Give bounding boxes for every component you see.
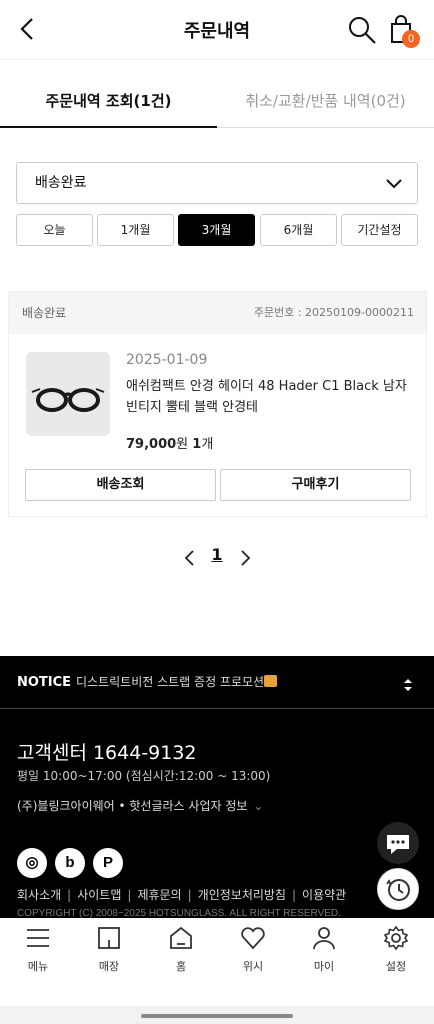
heart-icon [241,927,265,950]
period-1month-button[interactable]: 1개월 [97,214,174,246]
gear-icon [383,925,409,951]
customer-center-hours: 평일 10:00~17:00 (점심시간:12:00 ~ 13:00) [17,769,271,783]
glasses-image [31,388,105,412]
tab-cancel-exchange-return[interactable]: 취소/교환/반품 내역(0건) [217,74,434,128]
order-card: 배송완료 주문번호 : 20250109-0000211 2025-01-09 … [8,291,427,517]
order-tabs: 주문내역 조회(1건) 취소/교환/반품 내역(0건) [0,74,434,128]
write-review-button[interactable]: 구매후기 [220,469,411,501]
track-delivery-button[interactable]: 배송조회 [25,469,216,501]
link-sitemap[interactable]: 사이트맵 [77,888,121,902]
business-info-toggle[interactable]: (주)블링크아이웨어 • 핫선글라스 사업자 정보 ⌄ [17,797,263,814]
blog-icon[interactable]: b [55,848,85,878]
notice-bar[interactable]: NOTICE 디스트릭트비전 스트랩 증정 프로모션 [0,656,434,709]
product-thumbnail[interactable] [26,352,110,436]
nav-settings[interactable]: 설정 [366,924,426,984]
notice-text: 디스트릭트비전 스트랩 증정 프로모션 [76,656,278,709]
bottom-navigation: 메뉴 매장 홈 위시 마이 설정 [0,918,434,1006]
period-today-button[interactable]: 오늘 [16,214,93,246]
user-icon [313,927,335,950]
chevron-down-icon [386,179,402,189]
nav-home[interactable]: 홈 [151,924,211,984]
gift-icon [264,675,278,687]
menu-icon [27,929,49,947]
order-date: 2025-01-09 [126,352,208,368]
product-name[interactable]: 애쉬컴팩트 안경 헤이더 48 Hader C1 Black 남자 빈티지 뿔테… [126,376,416,418]
nav-menu-label: 메뉴 [27,960,49,973]
price-quantity: 79,000원 1개 [126,433,213,452]
nav-my-label: 마이 [313,960,335,973]
link-partnership[interactable]: 제휴문의 [137,888,181,902]
period-3month-button[interactable]: 3개월 [178,214,255,246]
nav-wish-label: 위시 [242,960,264,973]
search-icon[interactable] [346,14,378,46]
nav-store[interactable]: 매장 [79,924,139,984]
chevron-right-icon[interactable] [236,548,254,568]
notice-label: NOTICE [17,675,72,690]
business-info-text: (주)블링크아이웨어 • 핫선글라스 사업자 정보 [17,799,248,813]
order-card-header: 배송완료 주문번호 : 20250109-0000211 [9,292,426,334]
instagram-icon[interactable]: ◎ [17,848,47,878]
up-down-arrows-icon[interactable] [401,678,415,692]
nav-menu[interactable]: 메뉴 [8,924,68,984]
site-footer: NOTICE 디스트릭트비전 스트랩 증정 프로모션 고객센터 1644-913… [0,656,434,919]
recent-history-button[interactable] [377,868,419,910]
status-filter-value: 배송완료 [35,175,87,191]
cart-count-badge: 0 [402,30,420,48]
pagination: 1 [0,545,434,571]
quantity-amount: 1 [192,437,202,452]
price-amount: 79,000 [126,437,177,452]
link-terms[interactable]: 이용약관 [302,888,346,902]
nav-settings-label: 설정 [385,960,407,973]
system-home-bar [0,1006,434,1024]
customer-center-title[interactable]: 고객센터 1644-9132 [17,738,197,765]
link-company[interactable]: 회사소개 [17,888,61,902]
price-unit: 원 [176,437,189,452]
home-indicator[interactable] [141,1014,293,1018]
order-number: 주문번호 : 20250109-0000211 [253,306,414,319]
nav-store-label: 매장 [98,960,120,973]
kakao-icon[interactable]: P [93,848,123,878]
nav-my[interactable]: 마이 [294,924,354,984]
chevron-left-icon[interactable] [181,548,199,568]
store-icon [98,927,120,949]
home-icon [170,926,192,949]
page-number-current[interactable]: 1 [208,545,226,564]
notice-text-content: 디스트릭트비전 스트랩 증정 프로모션 [76,675,265,689]
app-header: 주문내역 0 [0,0,434,60]
period-6month-button[interactable]: 6개월 [260,214,337,246]
quantity-unit: 개 [201,437,214,452]
nav-wish[interactable]: 위시 [223,924,283,984]
footer-links: 회사소개 | 사이트맵 | 제휴문의 | 개인정보처리방침 | 이용약관 [17,888,347,902]
history-icon [386,879,410,901]
order-status: 배송완료 [22,306,67,320]
tab-order-history[interactable]: 주문내역 조회(1건) [0,74,217,128]
status-filter-select[interactable]: 배송완료 [16,162,418,204]
link-privacy[interactable]: 개인정보처리방침 [198,888,286,902]
chat-bubble-icon [387,835,409,854]
chat-button[interactable] [377,822,419,864]
period-custom-button[interactable]: 기간설정 [341,214,418,246]
chevron-down-icon: ⌄ [253,799,264,813]
nav-home-label: 홈 [175,960,187,973]
